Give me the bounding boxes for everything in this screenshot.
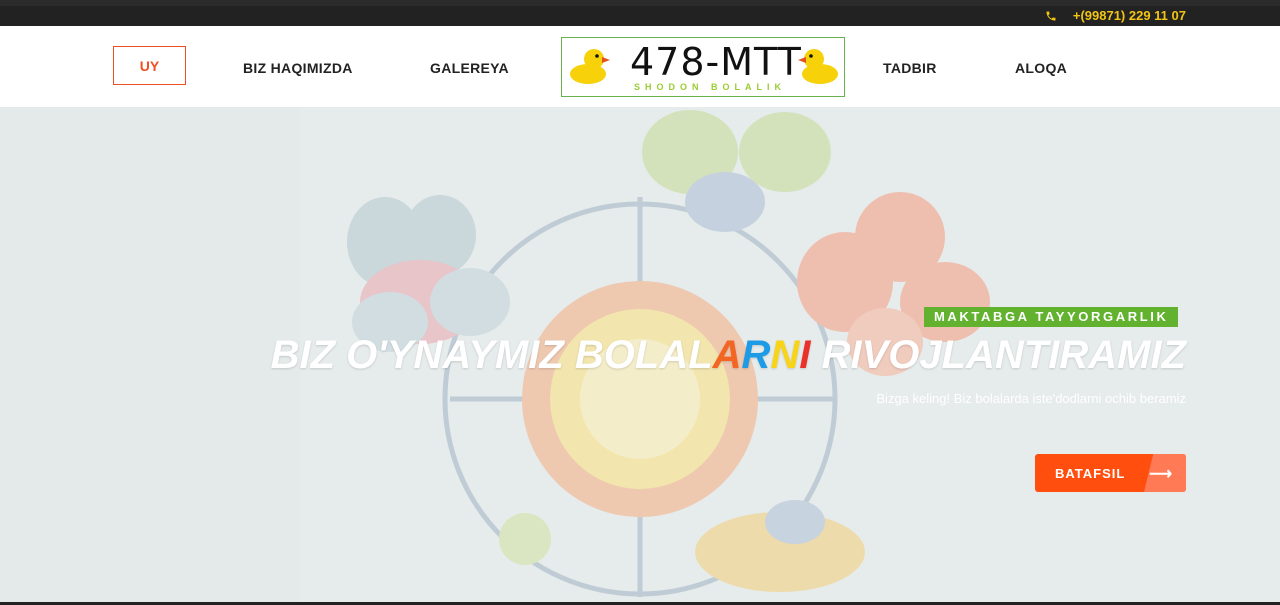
phone-number: +(99871) 229 11 07	[1072, 8, 1186, 23]
headline-letter-n: N	[770, 333, 800, 377]
headline-part: RIVOJLANTIRAMIZ	[810, 333, 1186, 377]
nav-item-home[interactable]: UY	[113, 46, 186, 85]
headline-letter-i: I	[799, 333, 811, 377]
headline-letter-r: R	[741, 333, 771, 377]
hero-badge: MAKTABGA TAYYORGARLIK	[924, 307, 1179, 327]
main-nav: UY BIZ HAQIMIZDA GALEREYA 478-MTT SHODON…	[0, 26, 1280, 107]
headline-part: BIZ O'YNAYMIZ BOLAL	[270, 333, 713, 377]
phone-icon	[1046, 11, 1056, 20]
nav-item-events[interactable]: TADBIR	[883, 60, 937, 76]
phone-contact[interactable]: +(99871) 229 11 07	[1045, 8, 1186, 23]
button-label: BATAFSIL	[1055, 466, 1126, 481]
arrow-right-icon: ⟶	[1149, 466, 1173, 483]
hero-headline: BIZ O'YNAYMIZ BOLALARNI RIVOJLANTIRAMIZ	[271, 333, 1186, 378]
top-bar: +(99871) 229 11 07	[0, 0, 1280, 26]
logo-subtitle: SHODON BOLALIK	[634, 82, 786, 92]
hero-slider: MAKTABGA TAYYORGARLIK BIZ O'YNAYMIZ BOLA…	[0, 107, 1280, 602]
hero-subtitle: Bizga keling! Biz bolalarda iste'dodlarn…	[876, 391, 1186, 406]
nav-item-about[interactable]: BIZ HAQIMIZDA	[243, 60, 353, 76]
nav-label: UY	[139, 57, 160, 74]
duck-icon	[798, 49, 838, 84]
logo-title: 478-MTT	[630, 40, 802, 84]
site-logo[interactable]: 478-MTT SHODON BOLALIK	[561, 37, 845, 97]
nav-item-contact[interactable]: ALOQA	[1015, 60, 1067, 76]
nav-item-gallery[interactable]: GALEREYA	[430, 60, 509, 76]
headline-letter-a: A	[712, 333, 742, 377]
more-info-button[interactable]: BATAFSIL ⟶	[1035, 454, 1186, 492]
duck-icon	[570, 49, 610, 84]
top-edge	[0, 0, 1280, 6]
